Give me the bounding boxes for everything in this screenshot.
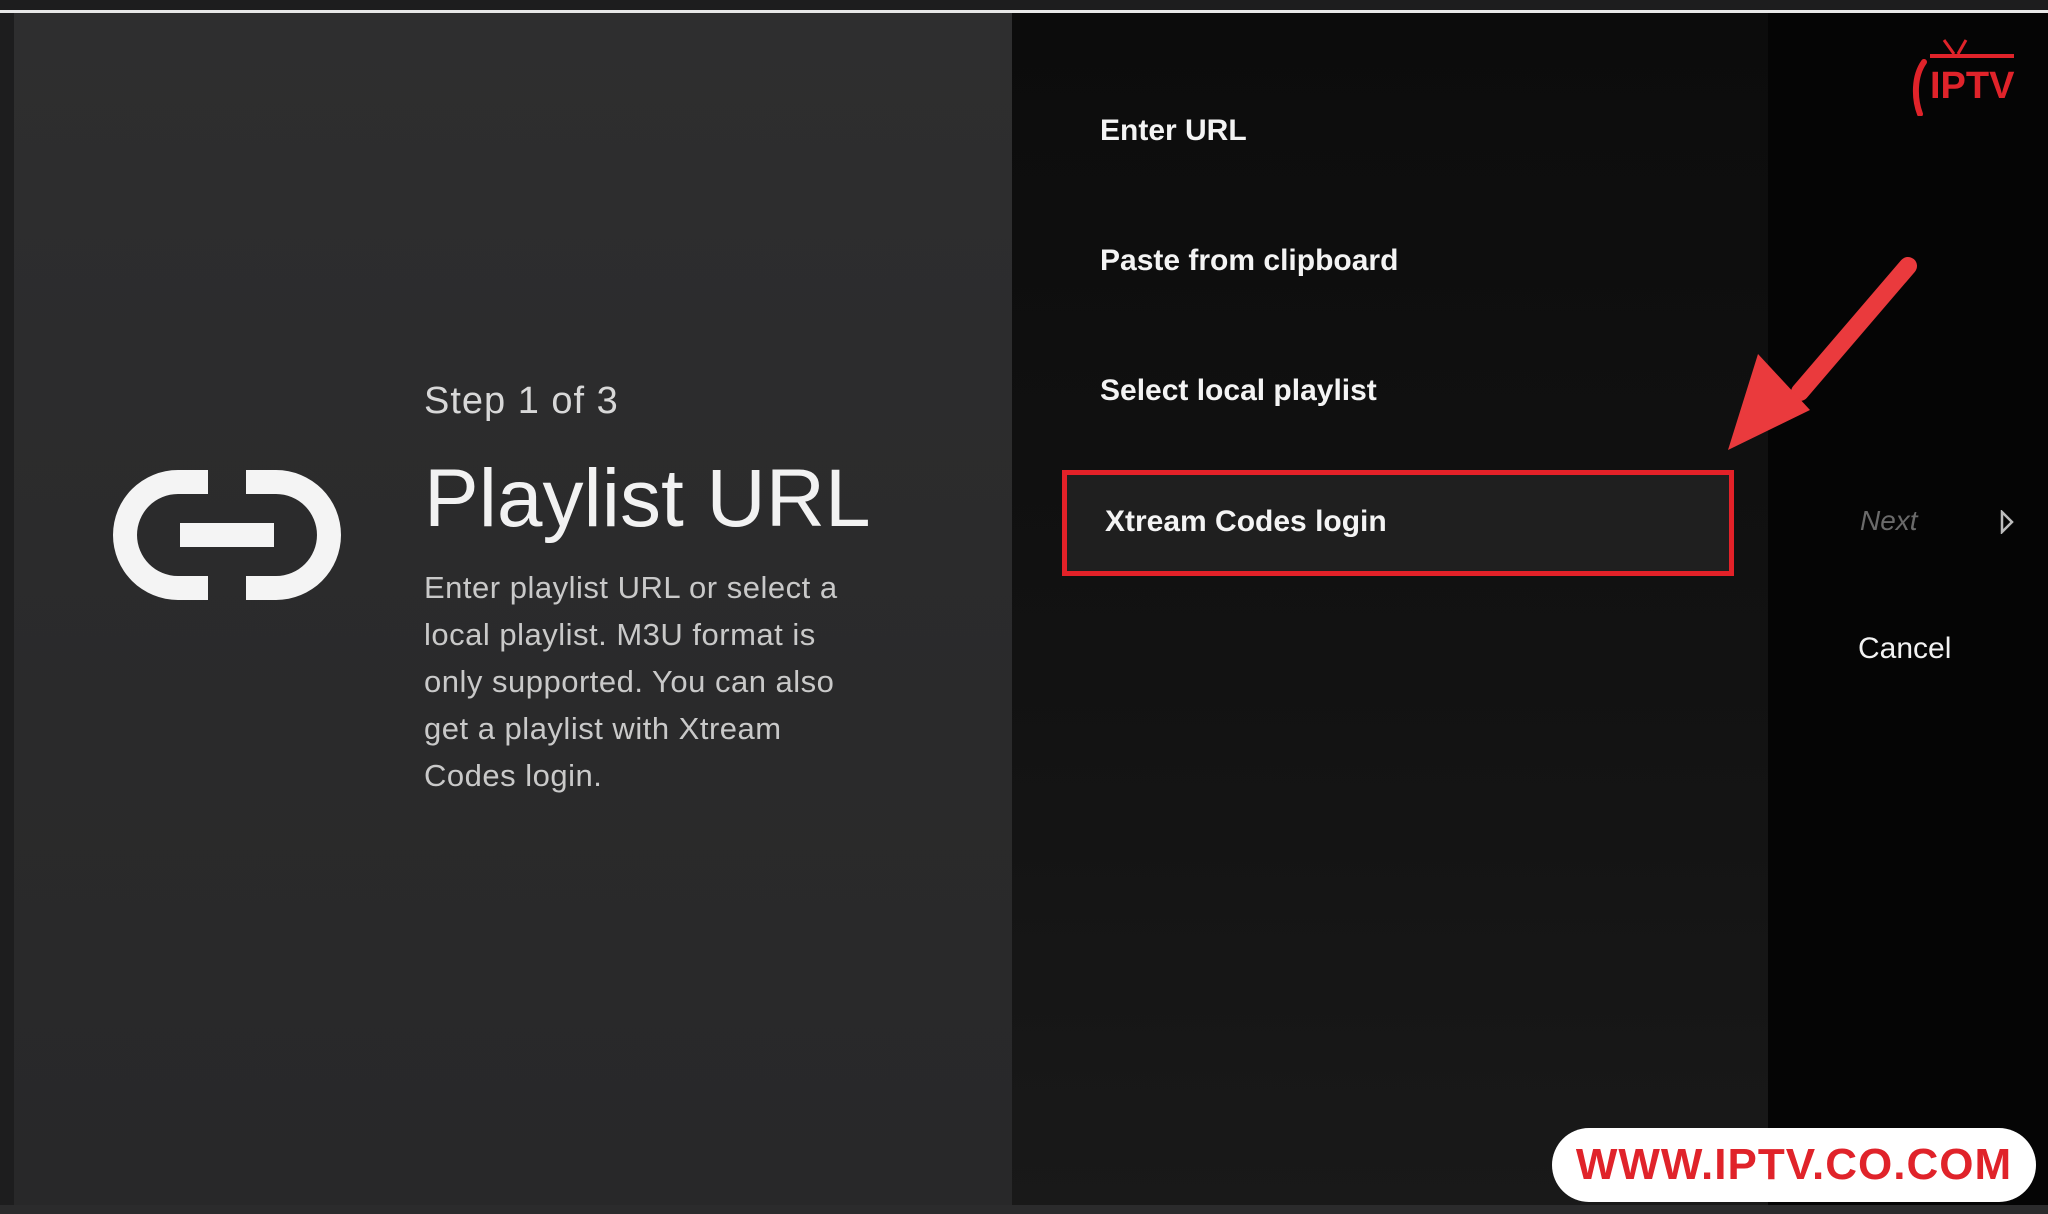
screen: Step 1 of 3 Playlist URL Enter playlist … (0, 0, 2048, 1214)
svg-text:IPTV: IPTV (1930, 65, 2015, 107)
actions-pane (1768, 13, 2048, 1205)
menu-item-paste-from-clipboard[interactable]: Paste from clipboard (1100, 244, 1398, 278)
menu-item-xtream-codes-login[interactable]: Xtream Codes login (1062, 470, 1734, 576)
menu-item-enter-url[interactable]: Enter URL (1100, 114, 1247, 148)
cancel-button[interactable]: Cancel (1858, 632, 1951, 666)
next-button[interactable]: Next (1860, 505, 1918, 537)
bottom-edge (0, 1205, 2048, 1214)
iptv-logo: IPTV (1912, 39, 2015, 116)
link-icon (113, 470, 341, 600)
menu-item-label: Xtream Codes login (1105, 505, 1387, 538)
chevron-right-icon (2000, 510, 2014, 534)
menu-item-select-local-playlist[interactable]: Select local playlist (1100, 374, 1377, 408)
step-indicator: Step 1 of 3 (424, 380, 619, 422)
options-pane (1012, 13, 1768, 1205)
pointer-arrow-icon (1728, 257, 1917, 450)
page-title: Playlist URL (424, 453, 871, 544)
website-watermark: WWW.IPTV.CO.COM (1552, 1128, 2036, 1202)
page-description: Enter playlist URL or select a local pla… (424, 570, 838, 793)
